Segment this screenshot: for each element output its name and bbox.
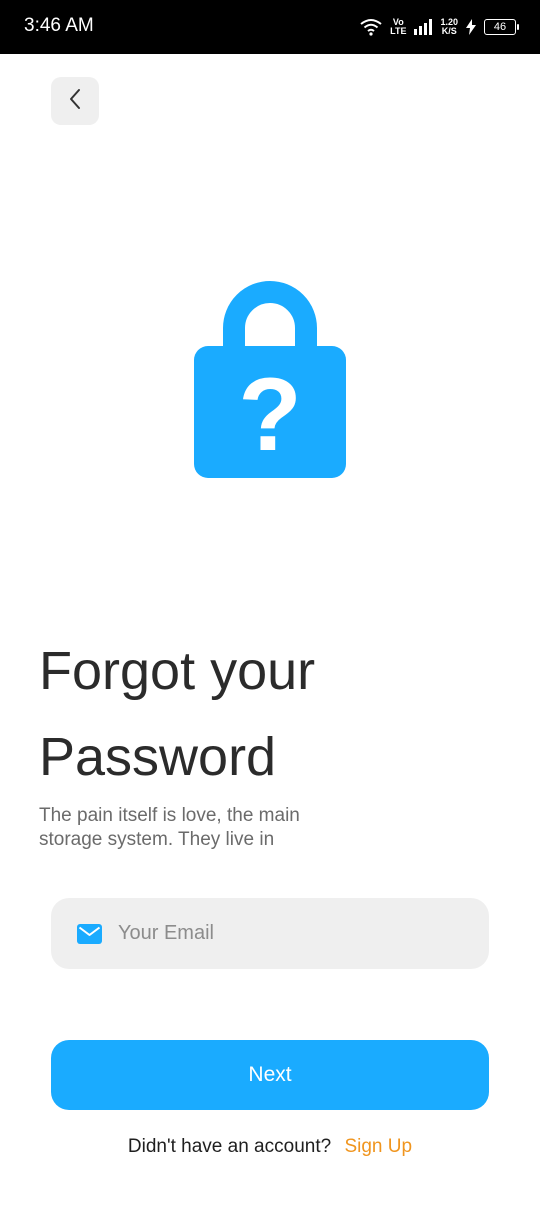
volte-bottom-text: LTE <box>390 26 407 36</box>
mail-icon <box>77 923 102 944</box>
lock-question-icon: ? <box>194 280 346 478</box>
wifi-icon <box>360 18 382 36</box>
signup-prompt: Didn't have an account? <box>127 1136 332 1157</box>
charging-icon <box>466 19 476 35</box>
title-line-2: Password <box>39 727 277 787</box>
subtitle-line-2: storage system. They live in <box>39 829 275 850</box>
status-bar: 3:46 AM Vo LTE 1.20 K/S 46 <box>0 0 540 54</box>
signup-link[interactable]: Sign Up <box>344 1136 412 1157</box>
speed-indicator: 1.20 K/S <box>440 18 458 36</box>
speed-unit: K/S <box>441 26 457 36</box>
email-field[interactable] <box>51 898 489 969</box>
chevron-left-icon <box>68 88 82 115</box>
signup-row: Didn't have an account? Sign Up <box>0 1136 540 1158</box>
next-button[interactable]: Next <box>51 1040 489 1110</box>
status-icons: Vo LTE 1.20 K/S 46 <box>360 14 519 40</box>
battery-icon: 46 <box>484 19 519 35</box>
subtitle: The pain itself is love, the main storag… <box>39 804 359 852</box>
back-button[interactable] <box>51 77 99 125</box>
page-title: Forgot your Password <box>39 628 509 800</box>
signal-icon <box>414 19 433 35</box>
email-input[interactable] <box>118 922 448 945</box>
battery-level: 46 <box>493 21 507 33</box>
volte-icon: Vo LTE <box>390 18 406 36</box>
svg-text:?: ? <box>238 357 302 473</box>
title-line-1: Forgot your <box>39 641 316 701</box>
status-time: 3:46 AM <box>24 15 94 36</box>
subtitle-line-1: The pain itself is love, the main <box>39 805 300 826</box>
forgot-password-screen: 3:46 AM Vo LTE 1.20 K/S 46 ? Forgot your… <box>0 0 540 1230</box>
